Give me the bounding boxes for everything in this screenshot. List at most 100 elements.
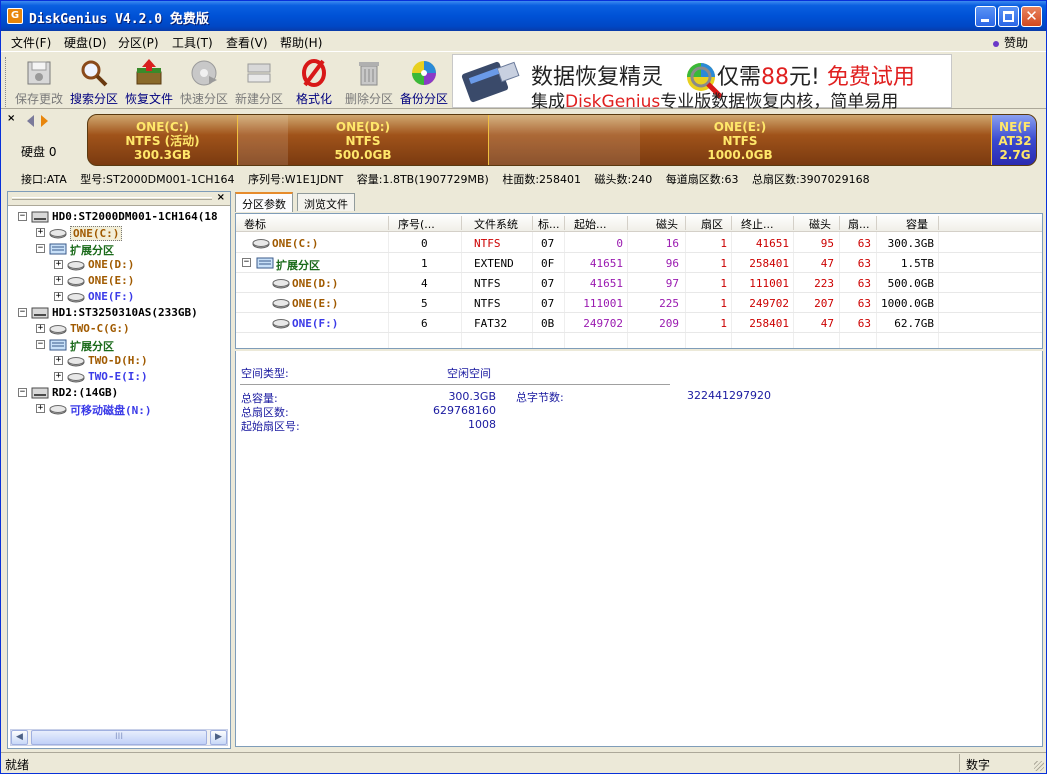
menu-partition[interactable]: 分区(P)	[118, 34, 159, 51]
column-volume-label[interactable]: 卷标	[244, 216, 266, 232]
expand-icon[interactable]: +	[36, 228, 45, 237]
cell-id: 07	[541, 277, 555, 290]
column-filesystem[interactable]: 文件系统	[474, 216, 518, 232]
scroll-thumb[interactable]: III	[31, 730, 207, 745]
collapse-icon[interactable]: −	[18, 388, 27, 397]
cell-end-head: 95	[820, 237, 834, 250]
collapse-icon[interactable]: −	[18, 212, 27, 221]
expand-icon[interactable]: +	[54, 276, 63, 285]
status-text: 就绪	[5, 758, 30, 772]
cell-end-head: 223	[814, 277, 834, 290]
toolbar-grip[interactable]	[5, 57, 8, 107]
recover-files-button[interactable]: 恢复文件	[122, 54, 176, 106]
delete-partition-button[interactable]: 删除分区	[342, 54, 396, 106]
scroll-left-icon[interactable]: ◀	[11, 730, 28, 745]
partition-segment-f[interactable]: NE(F AT32 2.7G	[992, 115, 1036, 165]
tree-item-label: 扩展分区	[70, 340, 114, 353]
expand-icon[interactable]: +	[54, 260, 63, 269]
partition-icon	[49, 229, 67, 239]
donate-link[interactable]: 赞助	[992, 34, 1028, 51]
backup-disc-icon	[412, 61, 436, 85]
save-changes-button[interactable]: 保存更改	[12, 54, 66, 106]
cell-end-cyl: 111001	[749, 277, 789, 290]
column-end-cylinder[interactable]: 终止...	[741, 216, 774, 232]
partition-segment-d[interactable]: ONE(D:) NTFS 500.0GB	[238, 115, 489, 165]
disk-interface: 接口:ATA	[21, 173, 67, 186]
partition-segment-e[interactable]: ONE(E:) NTFS 1000.0GB	[489, 115, 992, 165]
partition-segment-c[interactable]: ONE(C:) NTFS (活动) 300.3GB	[88, 115, 238, 165]
expand-icon[interactable]: +	[36, 324, 45, 333]
scroll-right-icon[interactable]: ▶	[210, 730, 227, 745]
close-button[interactable]: ✕	[1021, 6, 1042, 27]
cell-end-cyl: 41651	[755, 237, 789, 250]
expand-icon[interactable]: +	[36, 404, 45, 413]
expand-icon[interactable]: +	[54, 372, 63, 381]
resize-grip-icon[interactable]	[1034, 761, 1044, 771]
recover-files-label: 恢复文件	[124, 92, 173, 106]
window-title: DiskGenius V4.2.0 免费版	[29, 12, 209, 27]
cell-start-sec: 1	[720, 257, 727, 270]
cell-id: 0F	[541, 257, 555, 270]
space-type-label: 空间类型:	[241, 367, 289, 380]
minimize-button[interactable]	[975, 6, 996, 27]
partition-icon	[49, 325, 67, 335]
collapse-icon[interactable]: −	[36, 244, 45, 253]
menu-help[interactable]: 帮助(H)	[280, 34, 322, 51]
tree-panel-grip[interactable]	[12, 197, 212, 200]
column-end-head[interactable]: 磁头	[809, 216, 831, 232]
maximize-button[interactable]	[998, 6, 1019, 27]
collapse-icon[interactable]: −	[18, 308, 27, 317]
new-partition-button[interactable]: 新建分区	[232, 54, 286, 106]
column-start-head[interactable]: 磁头	[656, 216, 678, 232]
tree-horizontal-scrollbar[interactable]: ◀ III ▶	[10, 729, 228, 746]
column-start-cylinder[interactable]: 起始...	[574, 216, 607, 232]
row-volume-label: ONE(F:)	[292, 317, 339, 330]
collapse-icon[interactable]: −	[36, 340, 45, 349]
cell-start-head: 225	[659, 297, 679, 310]
backup-partition-button[interactable]: 备份分区	[397, 54, 451, 106]
table-row[interactable]: − 扩展分区 1 EXTEND 0F 41651 96 1 258401 47 63 1.5TB	[236, 253, 1042, 273]
menu-view[interactable]: 查看(V)	[226, 34, 268, 51]
cell-fs: NTFS	[474, 237, 501, 250]
column-size[interactable]: 容量	[906, 216, 928, 232]
tree-panel-close-icon[interactable]: ×	[217, 192, 225, 203]
donate-dot-icon	[992, 40, 999, 47]
expand-icon[interactable]: +	[54, 356, 63, 365]
column-seq[interactable]: 序号(...	[398, 216, 435, 232]
partition-icon	[272, 279, 290, 289]
search-partition-button[interactable]: 搜索分区	[67, 54, 121, 106]
cell-size: 1000.0GB	[881, 297, 934, 310]
format-button[interactable]: 格式化	[287, 54, 341, 106]
column-id[interactable]: 标...	[538, 216, 560, 232]
collapse-icon[interactable]: −	[242, 258, 251, 267]
menu-bar: 文件(F) 硬盘(D) 分区(P) 工具(T) 查看(V) 帮助(H) 赞助	[1, 31, 1046, 51]
previous-disk-arrow-icon[interactable]	[27, 115, 34, 127]
menu-tools[interactable]: 工具(T)	[172, 34, 213, 51]
numlock-indicator: 数字	[959, 754, 1029, 772]
table-row[interactable]: ONE(E:) 5 NTFS 07 111001 225 1 249702 207 63 1000.…	[236, 293, 1042, 313]
table-row[interactable]: ONE(D:) 4 NTFS 07 41651 97 1 111001 223 63 500.0GB	[236, 273, 1042, 293]
column-start-sector[interactable]: 扇区	[701, 216, 723, 232]
next-disk-arrow-icon[interactable]	[41, 115, 48, 127]
advertisement-banner[interactable]: 数据恢复精灵 仅需88元! 免费试用 集成DiskGenius专业版数据恢复内核，…	[452, 54, 952, 112]
extended-partition-icon	[49, 243, 67, 255]
disk-map-close-icon[interactable]: ×	[7, 113, 15, 124]
table-row[interactable]: ONE(F:) 6 FAT32 0B 249702 209 1 258401 47 63 62.7G…	[236, 313, 1042, 333]
cell-start-cyl: 41651	[589, 257, 623, 270]
status-bar: 就绪 数字	[1, 752, 1046, 773]
menu-file[interactable]: 文件(F)	[11, 34, 51, 51]
expand-icon[interactable]: +	[54, 292, 63, 301]
tab-browse-files[interactable]: 浏览文件	[297, 193, 355, 211]
trash-icon	[359, 62, 379, 86]
tree-item-label: TWO-C(G:)	[70, 322, 130, 335]
hard-disk-icon	[31, 387, 49, 399]
table-row[interactable]: ONE(C:) 0 NTFS 07 0 16 1 41651 95 63 300.3GB	[236, 233, 1042, 253]
maximize-icon	[1003, 11, 1014, 22]
cell-fs: NTFS	[474, 277, 501, 290]
tab-partition-params[interactable]: 分区参数	[235, 192, 293, 212]
column-end-sector[interactable]: 扇...	[848, 216, 870, 232]
menu-disk[interactable]: 硬盘(D)	[64, 34, 107, 51]
title-bar[interactable]: G DiskGenius V4.2.0 免费版 ✕	[1, 1, 1046, 31]
quick-partition-button[interactable]: 快速分区	[177, 54, 231, 106]
ad-line-2-prefix: 集成	[531, 92, 565, 112]
